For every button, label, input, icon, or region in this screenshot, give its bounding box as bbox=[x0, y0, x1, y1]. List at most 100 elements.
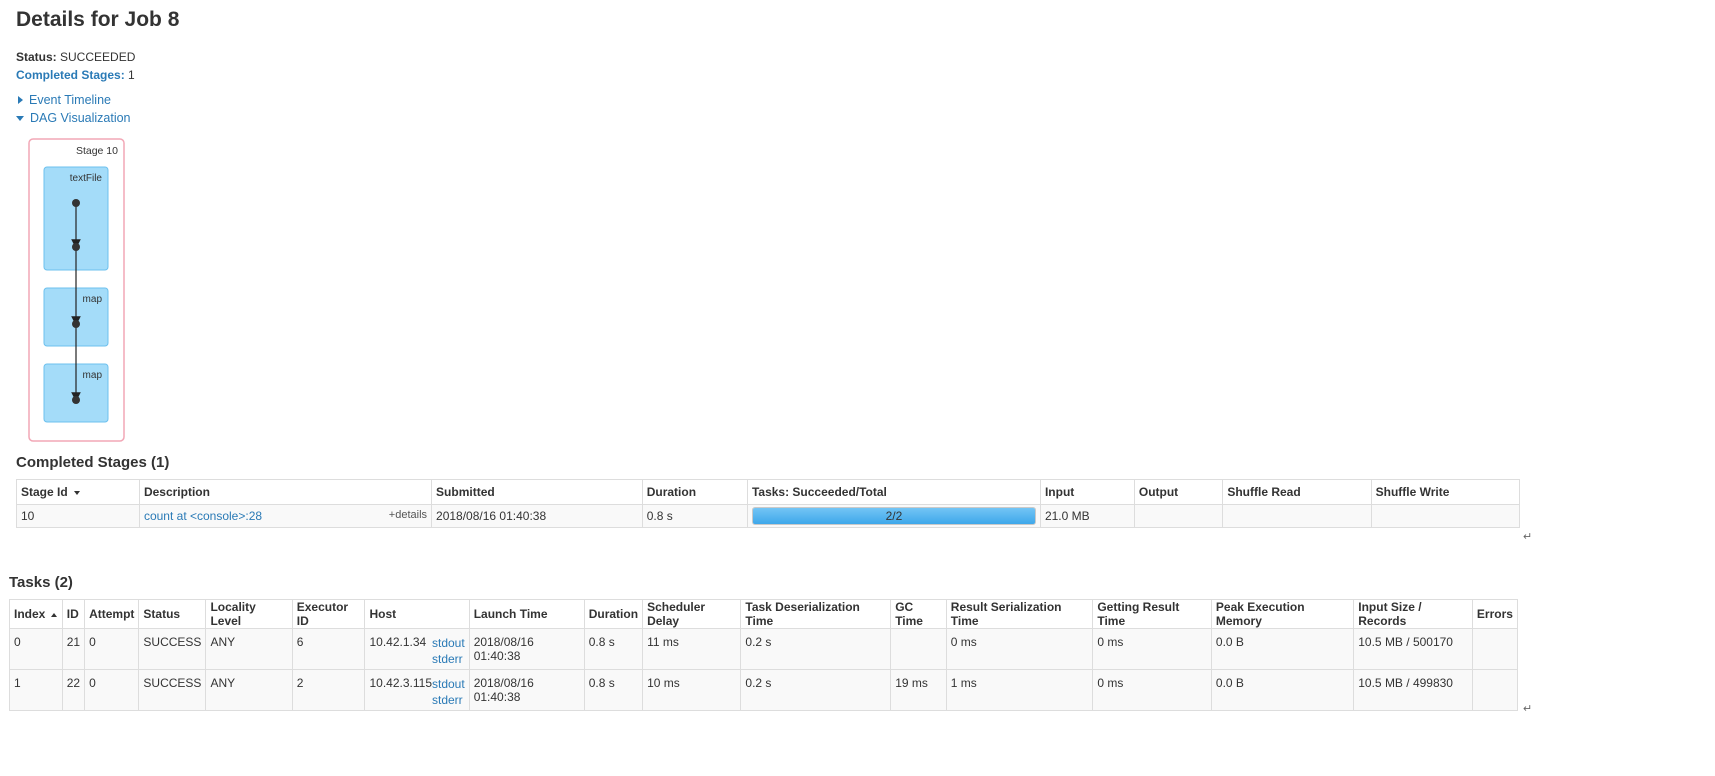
column-header[interactable]: Output bbox=[1133, 479, 1224, 505]
host-cell: 10.42.1.34 stdout stderr bbox=[364, 628, 470, 670]
column-header[interactable]: Input Size / Records bbox=[1353, 599, 1473, 629]
status-label: Status: bbox=[16, 50, 57, 64]
column-header[interactable]: Peak Execution Memory bbox=[1210, 599, 1355, 629]
column-header[interactable]: Host bbox=[364, 599, 470, 629]
column-header[interactable]: Getting Result Time bbox=[1092, 599, 1212, 629]
column-header[interactable]: GC Time bbox=[890, 599, 947, 629]
stage-id-cell: 10 bbox=[16, 504, 140, 528]
duration-cell: 0.8 s bbox=[583, 669, 644, 711]
stderr-link[interactable]: stderr bbox=[432, 651, 465, 667]
column-header[interactable]: Scheduler Delay bbox=[642, 599, 742, 629]
table-row: 1 22 0 SUCCESS ANY 2 10.42.3.115 stdout … bbox=[9, 669, 1519, 711]
dag-visualization-label[interactable]: DAG Visualization bbox=[30, 109, 131, 127]
table-header-row: Stage Id Description Submitted Duration … bbox=[16, 479, 1521, 505]
locality-cell: ANY bbox=[205, 628, 293, 670]
log-links: stdout stderr bbox=[432, 635, 465, 667]
dag-node-label: textFile bbox=[70, 173, 103, 184]
event-timeline-label[interactable]: Event Timeline bbox=[29, 91, 111, 109]
executor-cell: 6 bbox=[291, 628, 366, 670]
launch-time-cell: 2018/08/16 01:40:38 bbox=[468, 669, 585, 711]
column-header[interactable]: ID bbox=[61, 599, 86, 629]
column-header[interactable]: Shuffle Write bbox=[1370, 479, 1521, 505]
peak-memory-cell: 0.0 B bbox=[1210, 628, 1355, 670]
column-header[interactable]: Errors bbox=[1471, 599, 1519, 629]
tasks-table: Index ID Attempt Status Locality Level E… bbox=[9, 599, 1519, 711]
dag-node-label: map bbox=[83, 294, 103, 305]
column-header[interactable]: Stage Id bbox=[16, 479, 140, 505]
column-header[interactable]: Locality Level bbox=[205, 599, 293, 629]
column-header[interactable]: Status bbox=[138, 599, 207, 629]
log-links: stdout stderr bbox=[432, 676, 465, 708]
column-header[interactable]: Attempt bbox=[84, 599, 140, 629]
column-header[interactable]: Duration bbox=[641, 479, 748, 505]
page-title: Details for Job 8 bbox=[16, 8, 180, 31]
description-cell: count at <console>:28 +details bbox=[138, 504, 433, 528]
progress-text: 2/2 bbox=[885, 509, 903, 523]
event-timeline-toggle[interactable]: Event Timeline bbox=[16, 91, 131, 109]
output-cell bbox=[1133, 504, 1224, 528]
input-size-cell: 10.5 MB / 500170 bbox=[1353, 628, 1473, 670]
stdout-link[interactable]: stdout bbox=[432, 676, 465, 692]
id-cell: 22 bbox=[61, 669, 86, 711]
completed-stages-heading[interactable]: Completed Stages (1) bbox=[16, 454, 169, 471]
dag-rdd-dot[interactable] bbox=[72, 396, 80, 404]
column-header[interactable]: Duration bbox=[583, 599, 644, 629]
tasks-heading[interactable]: Tasks (2) bbox=[9, 574, 73, 591]
dag-node-label: map bbox=[83, 370, 103, 381]
duration-cell: 0.8 s bbox=[583, 628, 644, 670]
column-header[interactable]: Executor ID bbox=[291, 599, 366, 629]
column-header[interactable]: Task Deserialization Time bbox=[740, 599, 892, 629]
shuffle-read-cell bbox=[1222, 504, 1372, 528]
status-cell: SUCCESS bbox=[138, 628, 207, 670]
completed-stages-count: 1 bbox=[128, 68, 135, 82]
host-cell: 10.42.3.115 stdout stderr bbox=[364, 669, 470, 711]
submitted-cell: 2018/08/16 01:40:38 bbox=[431, 504, 643, 528]
job-summary: Status: SUCCEEDED Completed Stages: 1 bbox=[16, 48, 135, 84]
visualization-toggles: Event Timeline DAG Visualization bbox=[16, 91, 131, 127]
stage-description-link[interactable]: count at <console>:28 bbox=[144, 509, 262, 523]
scheduler-delay-cell: 10 ms bbox=[642, 669, 742, 711]
expand-right-icon bbox=[18, 96, 23, 104]
column-header[interactable]: Launch Time bbox=[468, 599, 585, 629]
host-address: 10.42.1.34 bbox=[369, 635, 427, 649]
peak-memory-cell: 0.0 B bbox=[1210, 669, 1355, 711]
result-serialization-cell: 1 ms bbox=[945, 669, 1094, 711]
completed-stages-link[interactable]: Completed Stages: bbox=[16, 68, 125, 82]
details-toggle[interactable]: +details bbox=[389, 509, 427, 521]
column-header[interactable]: Description bbox=[138, 479, 433, 505]
column-header[interactable]: Result Serialization Time bbox=[945, 599, 1094, 629]
completed-stages-line[interactable]: Completed Stages: 1 bbox=[16, 66, 135, 84]
column-header[interactable]: Input bbox=[1039, 479, 1135, 505]
index-cell: 0 bbox=[9, 628, 63, 670]
stdout-link[interactable]: stdout bbox=[432, 635, 465, 651]
input-size-cell: 10.5 MB / 499830 bbox=[1353, 669, 1473, 711]
collapse-down-icon bbox=[16, 115, 24, 121]
tasks-progress-bar: 2/2 bbox=[751, 507, 1036, 525]
attempt-cell: 0 bbox=[84, 669, 140, 711]
errors-cell bbox=[1471, 669, 1519, 711]
column-header[interactable]: Tasks: Succeeded/Total bbox=[746, 479, 1041, 505]
launch-time-cell: 2018/08/16 01:40:38 bbox=[468, 628, 585, 670]
column-header[interactable]: Index bbox=[9, 599, 63, 629]
host-address: 10.42.3.115 bbox=[369, 676, 432, 690]
status-value: SUCCEEDED bbox=[60, 50, 136, 64]
tasks-cell: 2/2 bbox=[746, 504, 1041, 528]
dag-rdd-dot[interactable] bbox=[72, 199, 80, 207]
dag-rdd-dot[interactable] bbox=[72, 243, 80, 251]
stderr-link[interactable]: stderr bbox=[432, 692, 465, 708]
locality-cell: ANY bbox=[205, 669, 293, 711]
stage-label: Stage 10 bbox=[76, 145, 118, 157]
scheduler-delay-cell: 11 ms bbox=[642, 628, 742, 670]
status-line: Status: SUCCEEDED bbox=[16, 48, 135, 66]
column-header[interactable]: Submitted bbox=[431, 479, 643, 505]
column-header[interactable]: Shuffle Read bbox=[1222, 479, 1372, 505]
dag-visualization-toggle[interactable]: DAG Visualization bbox=[16, 109, 131, 127]
completed-stages-table: Stage Id Description Submitted Duration … bbox=[16, 479, 1521, 528]
deserialization-cell: 0.2 s bbox=[740, 628, 892, 670]
deserialization-cell: 0.2 s bbox=[740, 669, 892, 711]
getting-result-cell: 0 ms bbox=[1092, 628, 1212, 670]
executor-cell: 2 bbox=[291, 669, 366, 711]
table-row: 0 21 0 SUCCESS ANY 6 10.42.1.34 stdout s… bbox=[9, 628, 1519, 670]
status-cell: SUCCESS bbox=[138, 669, 207, 711]
dag-rdd-dot[interactable] bbox=[72, 320, 80, 328]
